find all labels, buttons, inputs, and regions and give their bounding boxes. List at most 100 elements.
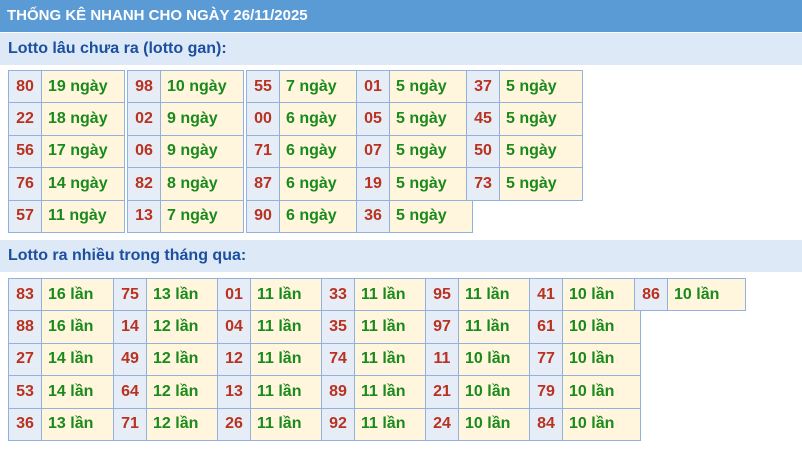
lotto-count: 9 ngày	[160, 134, 244, 169]
lotto-number: 36	[8, 407, 42, 441]
lotto-number: 64	[113, 375, 147, 409]
lotto-number: 88	[8, 310, 42, 344]
lotto-count: 10 lần	[458, 407, 537, 441]
lotto-group-table: 75 13 lần 14 12 lần 49 12 lần 64 12 lần 71 12 lần	[113, 277, 225, 441]
table-row: 64 12 lần	[113, 375, 225, 409]
table-row: 82 8 ngày	[127, 167, 244, 201]
table-row: 13 7 ngày	[127, 199, 244, 233]
lotto-number: 82	[127, 167, 161, 201]
lotto-count: 14 lần	[41, 375, 120, 409]
lotto-number: 76	[8, 167, 42, 201]
table-row: 73 5 ngày	[466, 167, 583, 201]
lotto-number: 33	[321, 277, 355, 312]
lotto-number: 92	[321, 407, 355, 441]
lotto-count: 8 ngày	[160, 167, 244, 201]
lotto-count: 6 ngày	[279, 102, 363, 136]
lotto-count: 16 lần	[41, 310, 120, 344]
table-row: 26 11 lần	[217, 407, 329, 441]
lotto-count: 10 lần	[562, 310, 641, 344]
table-row: 14 12 lần	[113, 310, 225, 344]
lotto-count: 19 ngày	[41, 69, 125, 104]
lotto-number: 45	[466, 102, 500, 136]
lotto-number: 13	[217, 375, 251, 409]
table-row: 92 11 lần	[321, 407, 433, 441]
lotto-count: 11 lần	[250, 407, 329, 441]
table-row: 89 11 lần	[321, 375, 433, 409]
lotto-count: 9 ngày	[160, 102, 244, 136]
lotto-count: 16 lần	[41, 277, 120, 312]
lotto-count: 10 lần	[562, 407, 641, 441]
lotto-group-table: 55 7 ngày 00 6 ngày 71 6 ngày 87 6 ngày 90 6 ngày	[246, 69, 363, 233]
table-row: 53 14 lần	[8, 375, 120, 409]
lotto-count: 5 ngày	[389, 102, 473, 136]
lotto-number: 13	[127, 199, 161, 233]
lotto-count: 11 lần	[354, 342, 433, 377]
lotto-number: 36	[356, 199, 390, 233]
table-row: 55 7 ngày	[246, 69, 363, 104]
lotto-number: 90	[246, 199, 280, 233]
table-row: 11 10 lần	[425, 342, 537, 377]
lotto-number: 27	[8, 342, 42, 377]
table-row: 87 6 ngày	[246, 167, 363, 201]
table-row: 49 12 lần	[113, 342, 225, 377]
lotto-count: 10 lần	[562, 342, 641, 377]
lotto-number: 37	[466, 69, 500, 104]
lotto-count: 6 ngày	[279, 167, 363, 201]
lotto-number: 87	[246, 167, 280, 201]
table-row: 01 5 ngày	[356, 69, 473, 104]
lotto-count: 7 ngày	[279, 69, 363, 104]
lotto-number: 75	[113, 277, 147, 312]
table-row: 36 5 ngày	[356, 199, 473, 233]
lotto-number: 89	[321, 375, 355, 409]
table-row: 79 10 lần	[529, 375, 641, 409]
stats-panel: THỐNG KÊ NHANH CHO NGÀY 26/11/2025 Lotto…	[0, 0, 802, 449]
table-row: 77 10 lần	[529, 342, 641, 377]
lotto-count: 10 lần	[667, 277, 746, 312]
lotto-number: 97	[425, 310, 459, 344]
table-row: 06 9 ngày	[127, 134, 244, 169]
table-row: 88 16 lần	[8, 310, 120, 344]
table-row: 90 6 ngày	[246, 199, 363, 233]
lotto-number: 05	[356, 102, 390, 136]
table-row: 50 5 ngày	[466, 134, 583, 169]
section-label-gan: Lotto lâu chưa ra (lotto gan):	[0, 33, 802, 65]
lotto-count: 18 ngày	[41, 102, 125, 136]
lotto-group-table: 95 11 lần 97 11 lần 11 10 lần 21 10 lần 24 10 lần	[425, 277, 537, 441]
lotto-count: 13 lần	[146, 277, 225, 312]
lotto-number: 41	[529, 277, 563, 312]
table-row: 71 6 ngày	[246, 134, 363, 169]
lotto-number: 79	[529, 375, 563, 409]
table-row: 27 14 lần	[8, 342, 120, 377]
lotto-number: 55	[246, 69, 280, 104]
lotto-count: 11 lần	[458, 277, 537, 312]
lotto-count: 7 ngày	[160, 199, 244, 233]
lotto-count: 12 lần	[146, 407, 225, 441]
table-row: 04 11 lần	[217, 310, 329, 344]
table-row: 19 5 ngày	[356, 167, 473, 201]
table-row: 56 17 ngày	[8, 134, 125, 169]
table-row: 57 11 ngày	[8, 199, 125, 233]
lotto-number: 71	[113, 407, 147, 441]
lotto-number: 53	[8, 375, 42, 409]
lotto-count: 5 ngày	[389, 199, 473, 233]
table-row: 71 12 lần	[113, 407, 225, 441]
lotto-count: 11 lần	[354, 407, 433, 441]
table-row: 74 11 lần	[321, 342, 433, 377]
lotto-count: 5 ngày	[499, 102, 583, 136]
lotto-number: 26	[217, 407, 251, 441]
table-row: 02 9 ngày	[127, 102, 244, 136]
lotto-number: 11	[425, 342, 459, 377]
lotto-number: 86	[634, 277, 668, 312]
lotto-number: 19	[356, 167, 390, 201]
table-row: 24 10 lần	[425, 407, 537, 441]
lotto-count: 12 lần	[146, 342, 225, 377]
lotto-number: 56	[8, 134, 42, 169]
lotto-count: 5 ngày	[389, 167, 473, 201]
lotto-count: 6 ngày	[279, 134, 363, 169]
table-row: 13 11 lần	[217, 375, 329, 409]
table-row: 97 11 lần	[425, 310, 537, 344]
table-row: 22 18 ngày	[8, 102, 125, 136]
table-row: 05 5 ngày	[356, 102, 473, 136]
lotto-number: 14	[113, 310, 147, 344]
lotto-count: 13 lần	[41, 407, 120, 441]
